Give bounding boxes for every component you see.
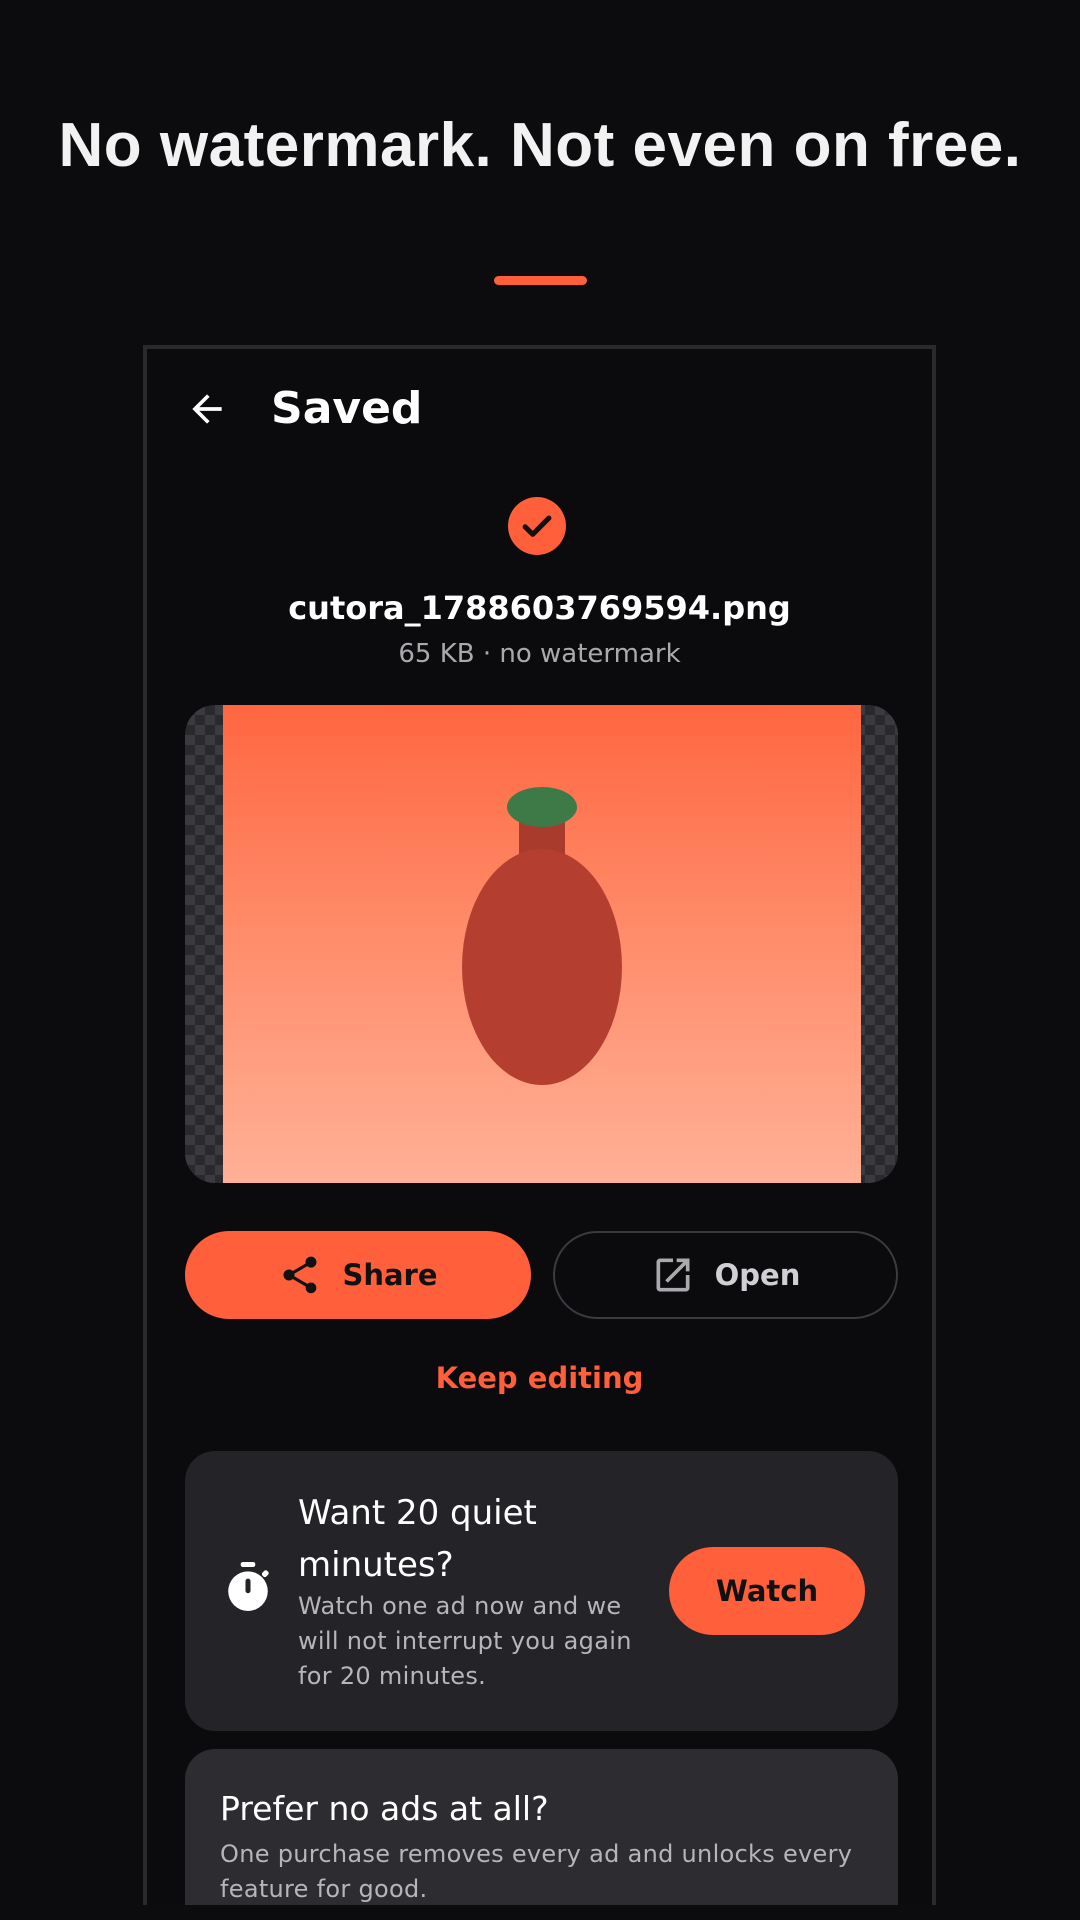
share-icon	[283, 1256, 317, 1294]
open-external-icon	[656, 1258, 690, 1292]
page-title: Saved	[271, 383, 423, 434]
phone-screen-frame: Saved cutora_1788603769594.png 65 KB · n…	[143, 345, 936, 1905]
arrow-left-icon	[192, 394, 222, 424]
saved-screen: Saved cutora_1788603769594.png 65 KB · n…	[147, 349, 932, 1905]
top-app-bar: Saved	[147, 349, 932, 459]
ad-offer-description: Watch one ad now and we will not interru…	[298, 1592, 632, 1690]
remove-ads-upsell-card[interactable]: Prefer no ads at all? One purchase remov…	[185, 1749, 898, 1905]
file-name: cutora_1788603769594.png	[288, 589, 791, 627]
ad-offer-title: Want 20 quiet minutes?	[298, 1493, 537, 1585]
watch-ad-button[interactable]: Watch	[669, 1547, 865, 1635]
share-button[interactable]: Share	[185, 1231, 531, 1319]
ad-offer-card: Want 20 quiet minutes? Watch one ad now …	[185, 1451, 898, 1731]
preview-subject-vase	[462, 787, 622, 1085]
preview-image	[223, 705, 861, 1183]
stopwatch-icon	[228, 1562, 269, 1611]
accent-divider	[494, 276, 587, 285]
open-button-label: Open	[714, 1258, 801, 1292]
headline: No watermark. Not even on free.	[58, 111, 1022, 180]
keep-editing-link[interactable]: Keep editing	[147, 1361, 932, 1395]
back-button[interactable]	[177, 379, 237, 439]
open-button[interactable]: Open	[553, 1231, 898, 1319]
file-meta: 65 KB · no watermark	[398, 639, 681, 669]
upsell-title: Prefer no ads at all?	[220, 1789, 549, 1828]
check-circle-icon	[508, 497, 566, 555]
image-preview	[185, 705, 898, 1183]
upsell-description: One purchase removes every ad and unlock…	[220, 1840, 853, 1903]
share-button-label: Share	[342, 1258, 438, 1292]
